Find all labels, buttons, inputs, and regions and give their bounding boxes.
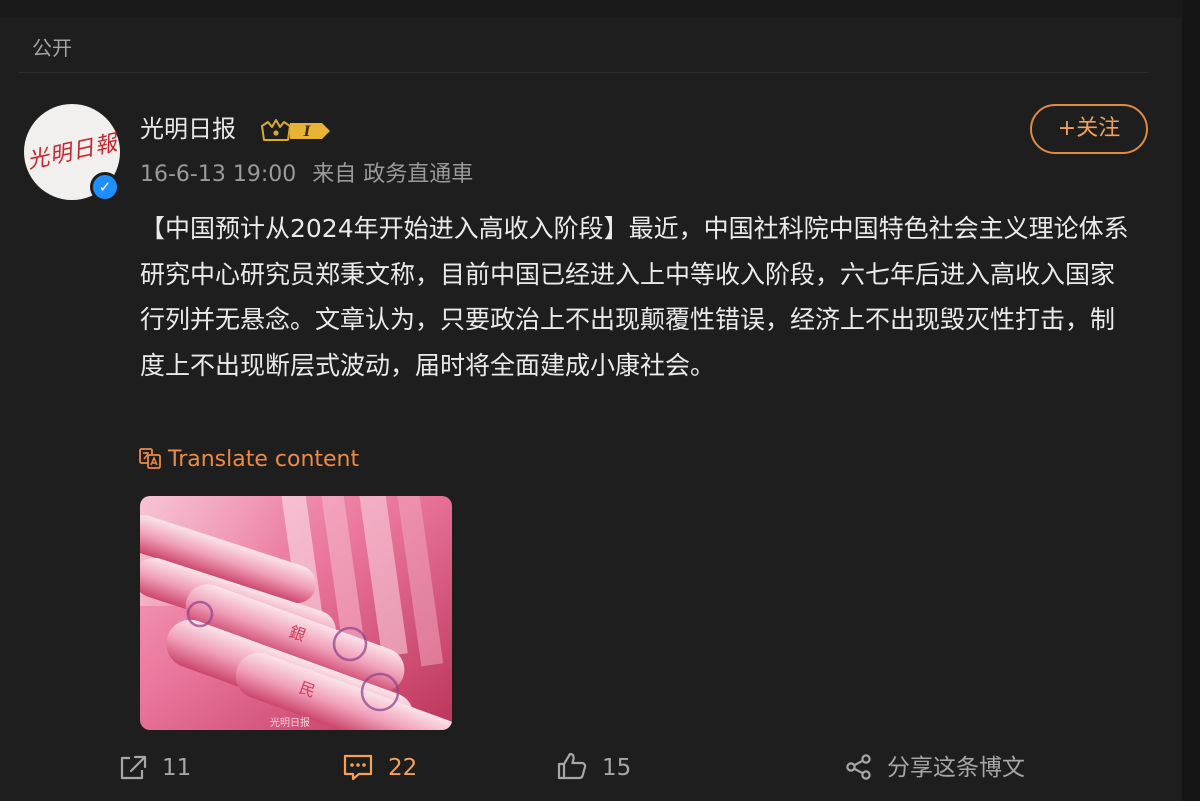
author-name[interactable]: 光明日报	[140, 112, 236, 146]
post-text: 【中国预计从2024年开始进入高收入阶段】最近，中国社科院中国特色社会主义理论体…	[140, 214, 1129, 380]
like-count: 15	[602, 755, 632, 781]
image-watermark: 光明日报	[270, 718, 310, 729]
share-label: 分享这条博文	[887, 755, 1025, 781]
comment-count: 22	[388, 755, 418, 781]
translate-icon	[139, 448, 161, 469]
avatar-logo: 光明日報	[24, 130, 121, 175]
action-bar: 11 22 15 分享这条博文	[0, 748, 1182, 788]
divider	[18, 72, 1148, 73]
post-image-banknotes[interactable]: 銀 民	[140, 496, 452, 730]
repost-count: 11	[162, 755, 192, 781]
repost-icon	[120, 755, 147, 780]
post-meta: 16-6-13 19:00 来自 政务直通車	[140, 160, 473, 190]
repost-button[interactable]: 11	[118, 748, 191, 788]
weibo-post-page: 公开 光明日報 ✓ 光明日报 I 16-6-13 19:00 来自 政务直通車 +…	[0, 0, 1200, 801]
member-level-text: I	[303, 124, 311, 140]
share-button[interactable]: 分享这条博文	[845, 748, 1025, 788]
post-source: 来自 政务直通車	[312, 162, 474, 187]
member-badge-icon[interactable]: I	[260, 118, 332, 144]
top-strip	[0, 0, 1200, 18]
visibility-label: 公开	[32, 36, 72, 60]
follow-button[interactable]: +关注	[1030, 104, 1148, 154]
verified-badge-icon: ✓	[90, 172, 120, 202]
scrollbar-track[interactable]	[1182, 0, 1200, 801]
banknotes-illustration: 銀 民	[140, 496, 452, 730]
comment-icon	[343, 754, 373, 781]
post-timestamp[interactable]: 16-6-13 19:00	[140, 162, 296, 187]
thumbs-up-icon	[557, 752, 587, 780]
comment-button[interactable]: 22	[342, 748, 417, 788]
share-icon	[846, 754, 871, 780]
like-button[interactable]: 15	[556, 748, 631, 788]
translate-link[interactable]: Translate content	[138, 444, 359, 476]
translate-label: Translate content	[168, 447, 360, 472]
